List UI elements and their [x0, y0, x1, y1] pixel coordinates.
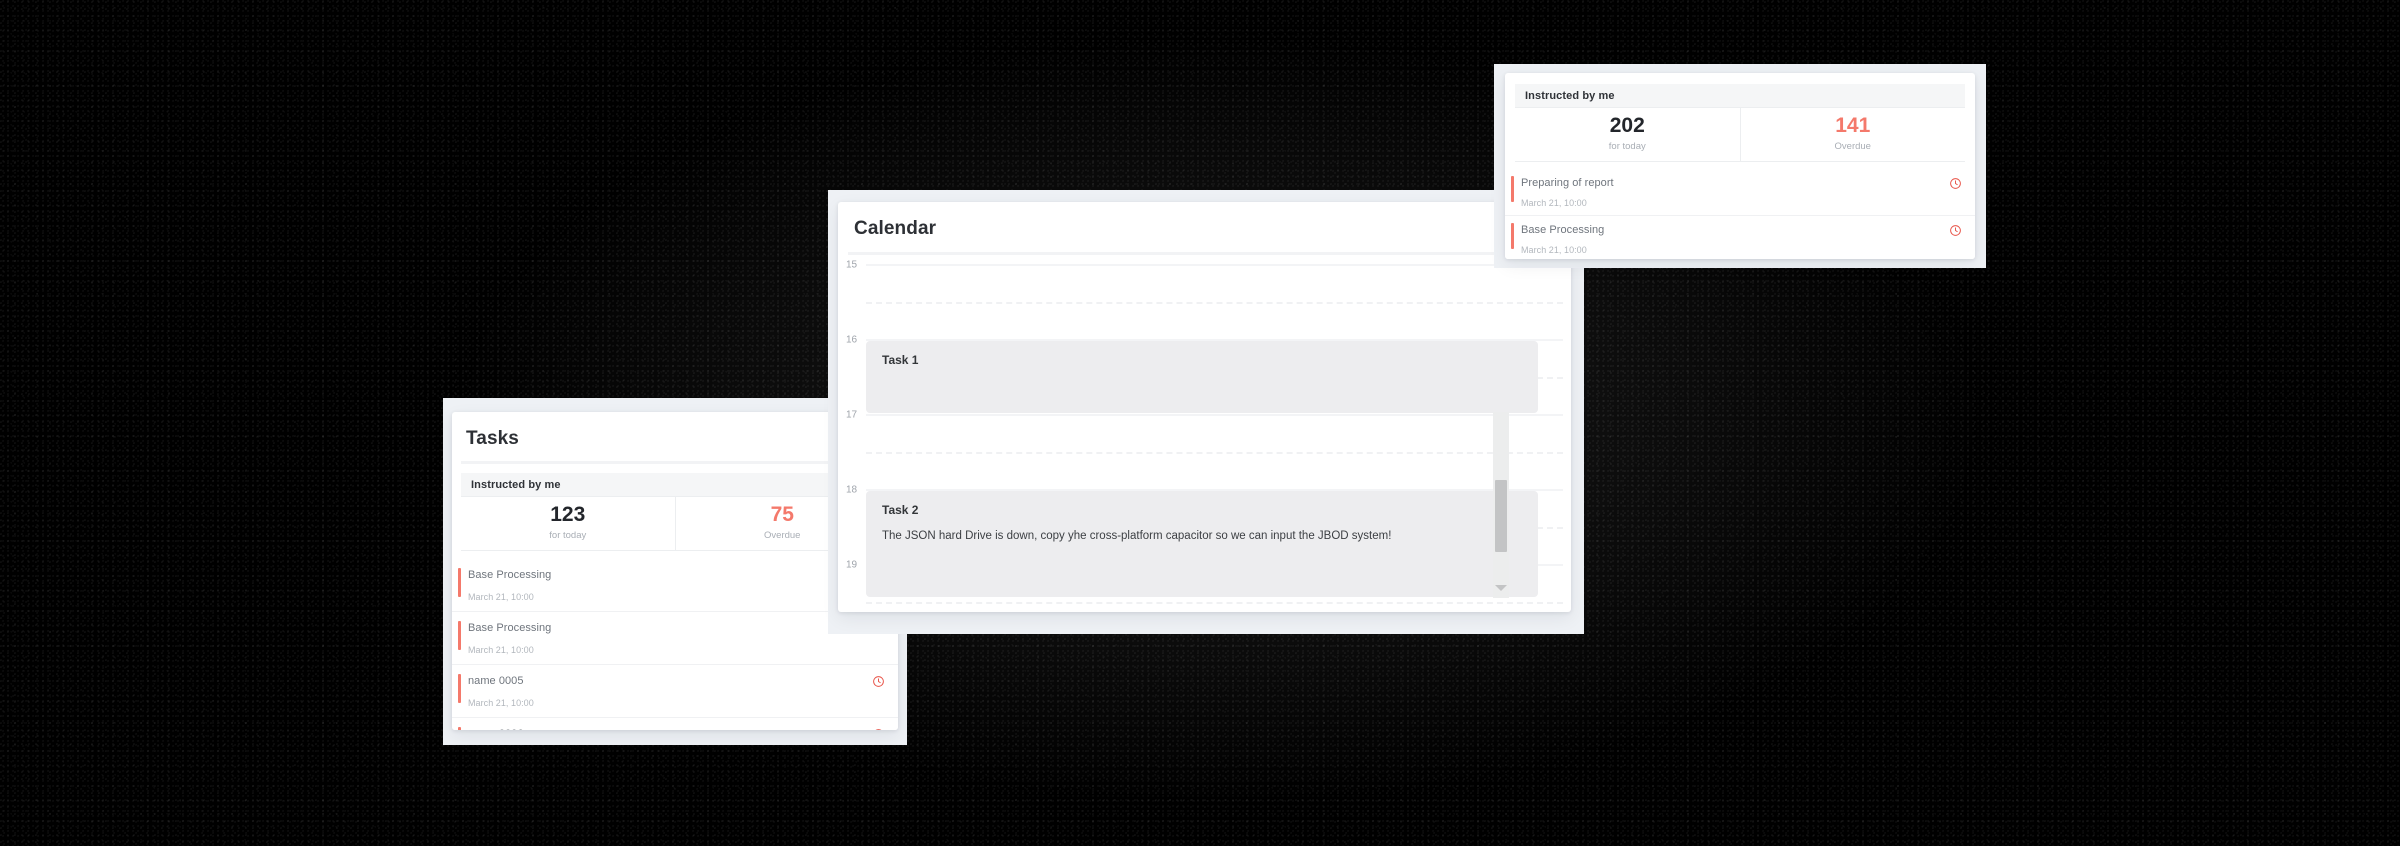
stats-row: 202 for today 141 Overdue	[1515, 107, 1966, 163]
calendar-event-title: Task 2	[882, 503, 919, 517]
chevron-down-icon[interactable]	[1495, 585, 1507, 591]
task-date: March 21, 10:00	[468, 592, 534, 603]
scrollbar-thumb[interactable]	[1495, 480, 1507, 552]
task-name: Base Processing	[468, 569, 552, 582]
clock-icon[interactable]	[1949, 224, 1962, 237]
task-name: Base Processing	[1521, 224, 1605, 237]
stat-value: 123	[550, 503, 586, 526]
divider	[848, 252, 1561, 255]
list-item[interactable]: Base Processing March 21, 10:00	[1505, 216, 1975, 259]
page-title: Tasks	[466, 428, 519, 449]
priority-bar	[1511, 176, 1514, 203]
stat-cell-for-today[interactable]: 123 for today	[461, 497, 676, 551]
task-name: Preparing of report	[1521, 177, 1614, 190]
calendar-card: Calendar 15 16 17 18 19 Task 1 Task 2 Th…	[838, 202, 1571, 612]
calendar-half-hour-line	[866, 452, 1563, 454]
calendar-hour-line	[866, 264, 1563, 266]
stats-group-label: Instructed by me	[461, 473, 889, 496]
list-item[interactable]: name 0005 March 21, 10:00	[452, 665, 898, 719]
task-name: name 0006	[468, 728, 884, 730]
calendar-event[interactable]: Task 1	[866, 341, 1538, 413]
overdue-stats: Instructed by me 202 for today 141 Overd…	[1505, 73, 1975, 163]
calendar-hour-label: 15	[846, 259, 858, 271]
calendar-hour-label: 17	[846, 409, 858, 421]
overdue-panel: Instructed by me 202 for today 141 Overd…	[1494, 64, 1986, 268]
list-item[interactable]: Preparing of report March 21, 10:00	[1505, 169, 1975, 217]
clock-icon[interactable]	[1949, 177, 1962, 190]
calendar-hour-label: 16	[846, 334, 858, 346]
clock-icon[interactable]	[872, 675, 885, 688]
stat-caption: for today	[1608, 141, 1646, 153]
stat-value: 202	[1609, 114, 1645, 137]
calendar-event-description: The JSON hard Drive is down, copy yhe cr…	[882, 530, 1392, 542]
priority-bar	[458, 674, 461, 704]
priority-bar	[458, 621, 461, 651]
calendar-title: Calendar	[854, 218, 937, 239]
stat-value: 141	[1835, 114, 1871, 137]
stat-cell-for-today[interactable]: 202 for today	[1515, 108, 1741, 162]
calendar-hour-line	[866, 414, 1563, 416]
stat-caption: for today	[549, 530, 587, 542]
vertical-scrollbar[interactable]	[1493, 412, 1509, 598]
calendar-half-hour-line	[866, 302, 1563, 304]
calendar-event-title: Task 1	[882, 353, 919, 367]
calendar-hour-label: 19	[846, 559, 858, 571]
calendar-grid[interactable]: 15 16 17 18 19 Task 1 Task 2 The JSON ha…	[838, 259, 1571, 606]
priority-bar	[458, 727, 461, 730]
calendar-half-hour-line	[866, 602, 1563, 604]
clock-icon[interactable]	[872, 728, 885, 730]
task-date: March 21, 10:00	[468, 645, 534, 656]
task-name: Base Processing	[468, 622, 552, 635]
priority-bar	[458, 568, 461, 598]
overdue-list: Preparing of report March 21, 10:00 Base…	[1505, 169, 1975, 259]
task-date: March 21, 10:00	[1521, 245, 1587, 256]
calendar-panel: Calendar 15 16 17 18 19 Task 1 Task 2 Th…	[828, 190, 1584, 634]
task-date: March 21, 10:00	[468, 698, 534, 709]
stats-group-label: Instructed by me	[1515, 84, 1965, 107]
task-date: March 21, 10:00	[1521, 198, 1587, 209]
stats-row: 123 for today 75 Overdue	[461, 496, 889, 552]
calendar-hour-label: 18	[846, 484, 858, 496]
calendar-event[interactable]: Task 2 The JSON hard Drive is down, copy…	[866, 491, 1538, 597]
stat-cell-overdue[interactable]: 141 Overdue	[1741, 108, 1966, 161]
overdue-card: Instructed by me 202 for today 141 Overd…	[1505, 73, 1975, 259]
stat-caption: Overdue	[1834, 141, 1871, 153]
list-item[interactable]: name 0006 March 21, 10:00	[452, 718, 898, 730]
priority-bar	[1511, 223, 1514, 250]
task-name: name 0005	[468, 675, 524, 688]
